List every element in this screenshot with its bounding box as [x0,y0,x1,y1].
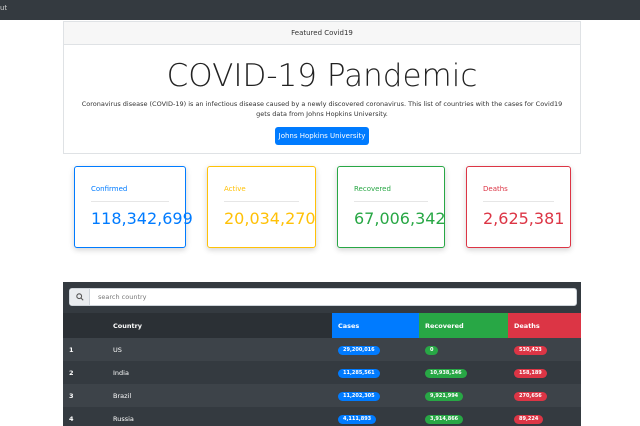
recovered-header[interactable]: Recovered [419,313,508,338]
country-table: Country Cases Recovered Deaths 1 US 29,2… [63,313,581,426]
active-value: 20,034,270 [224,209,316,228]
active-label: Active [224,185,246,193]
cases-cell: 4,111,893 [332,407,419,426]
confirmed-value: 118,342,699 [91,209,193,228]
featured-card-header: Featured Covid19 [64,22,580,45]
deaths-badge: 158,189 [514,368,547,378]
active-stat-card: Active 20,034,270 [207,166,316,248]
country-cell: Brazil [107,384,332,407]
rank-cell: 4 [63,407,107,426]
rank-cell: 3 [63,384,107,407]
rank-cell: 1 [63,338,107,361]
deaths-value: 2,625,381 [483,209,565,228]
cases-badge: 11,202,305 [338,391,380,401]
recovered-badge: 3,914,866 [425,414,464,424]
page-title: COVID-19 Pandemic [166,58,478,94]
cases-cell: 11,285,561 [332,361,419,384]
recovered-cell: 10,938,146 [419,361,508,384]
country-cell: Russia [107,407,332,426]
search-input[interactable] [92,289,572,305]
johns-hopkins-button[interactable]: Johns Hopkins University [275,127,369,145]
table-row[interactable]: 4 Russia 4,111,893 3,914,866 89,224 [63,407,581,426]
recovered-badge: 10,938,146 [425,368,467,378]
cases-badge: 29,200,016 [338,345,380,355]
navbar-text[interactable]: ut [0,4,7,12]
deaths-cell: 530,423 [508,338,581,361]
cases-cell: 11,202,305 [332,384,419,407]
deaths-cell: 89,224 [508,407,581,426]
confirmed-label: Confirmed [91,185,128,193]
recovered-badge: 0 [425,345,439,355]
cases-badge: 4,111,893 [338,414,377,424]
top-navbar: ut [0,0,640,20]
cases-cell: 29,200,016 [332,338,419,361]
divider [91,201,169,202]
deaths-header[interactable]: Deaths [508,313,581,338]
deaths-cell: 158,189 [508,361,581,384]
divider [354,201,428,202]
featured-card: Featured Covid19 COVID-19 Pandemic Coron… [63,21,581,154]
rank-cell: 2 [63,361,107,384]
recovered-stat-card: Recovered 67,006,342 [337,166,446,248]
table-header-row: Country Cases Recovered Deaths [63,313,581,338]
recovered-cell: 0 [419,338,508,361]
deaths-badge: 530,423 [514,345,547,355]
table-row[interactable]: 2 India 11,285,561 10,938,146 158,189 [63,361,581,384]
cases-badge: 11,285,561 [338,368,380,378]
rank-header [63,313,107,338]
recovered-badge: 9,921,994 [425,391,464,401]
confirmed-stat-card: Confirmed 118,342,699 [74,166,193,248]
cases-header[interactable]: Cases [332,313,419,338]
recovered-cell: 3,914,866 [419,407,508,426]
country-cell: US [107,338,332,361]
deaths-cell: 270,656 [508,384,581,407]
divider [483,201,554,202]
table-row[interactable]: 3 Brazil 11,202,305 9,921,994 270,656 [63,384,581,407]
country-cell: India [107,361,332,384]
country-header[interactable]: Country [107,313,332,338]
page-description: Coronavirus disease (COVID-19) is an inf… [81,100,563,118]
table-row[interactable]: 1 US 29,200,016 0 530,423 [63,338,581,361]
country-table-panel: Country Cases Recovered Deaths 1 US 29,2… [63,282,581,426]
recovered-cell: 9,921,994 [419,384,508,407]
deaths-label: Deaths [483,185,508,193]
search-bar [69,288,577,306]
recovered-value: 67,006,342 [354,209,446,228]
deaths-badge: 89,224 [514,414,544,424]
search-icon[interactable] [70,289,90,305]
deaths-badge: 270,656 [514,391,547,401]
recovered-label: Recovered [354,185,391,193]
deaths-stat-card: Deaths 2,625,381 [466,166,571,248]
divider [224,201,299,202]
